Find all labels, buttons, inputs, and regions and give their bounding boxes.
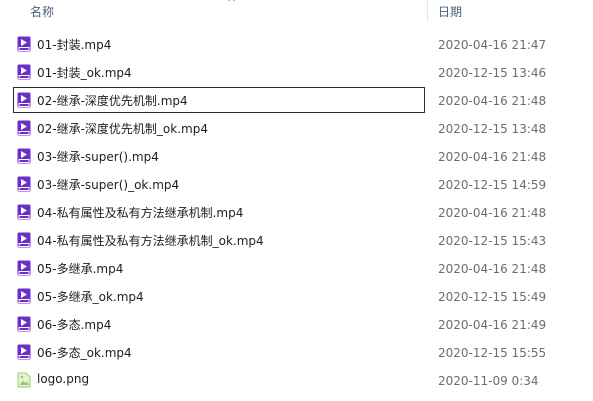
- column-header-name[interactable]: 名称: [30, 3, 54, 20]
- column-divider[interactable]: [427, 0, 428, 22]
- file-name[interactable]: 01-封装_ok.mp4: [37, 64, 132, 81]
- file-name-cell[interactable]: 01-封装_ok.mp4: [14, 60, 424, 84]
- mp4-file-icon: [17, 36, 31, 52]
- file-name-cell[interactable]: 05-多继承.mp4: [14, 256, 424, 280]
- file-row[interactable]: 06-多态.mp4 2020-04-16 21:49: [0, 310, 593, 338]
- file-row[interactable]: 03-继承-super()_ok.mp4 2020-12-15 14:59: [0, 170, 593, 198]
- file-date: 2020-12-15 13:48: [438, 122, 547, 136]
- file-date: 2020-12-15 13:46: [438, 66, 547, 80]
- file-name-cell[interactable]: 02-继承-深度优先机制_ok.mp4: [14, 116, 424, 140]
- file-row[interactable]: 04-私有属性及私有方法继承机制.mp4 2020-04-16 21:48: [0, 198, 593, 226]
- mp4-file-icon: [17, 120, 31, 136]
- mp4-file-icon: [17, 148, 31, 164]
- file-row[interactable]: 06-多态_ok.mp4 2020-12-15 15:55: [0, 338, 593, 366]
- file-row[interactable]: 02-继承-深度优先机制_ok.mp4 2020-12-15 13:48: [0, 114, 593, 142]
- file-date: 2020-12-15 14:59: [438, 178, 547, 192]
- file-date: 2020-04-16 21:48: [438, 150, 547, 164]
- mp4-file-icon: [17, 64, 31, 80]
- file-name-cell[interactable]: 01-封装.mp4: [14, 32, 424, 56]
- png-file-icon: [17, 372, 31, 388]
- file-row[interactable]: 01-封装.mp4 2020-04-16 21:47: [0, 30, 593, 58]
- column-header-bar: ^ 名称 日期: [0, 0, 593, 22]
- file-name[interactable]: 04-私有属性及私有方法继承机制.mp4: [37, 204, 243, 221]
- file-name-cell[interactable]: 03-继承-super()_ok.mp4: [14, 172, 424, 196]
- mp4-file-icon: [17, 232, 31, 248]
- file-name-cell[interactable]: 02-继承-深度优先机制.mp4: [13, 87, 425, 113]
- file-row[interactable]: 03-继承-super().mp4 2020-04-16 21:48: [0, 142, 593, 170]
- file-name[interactable]: 01-封装.mp4: [37, 36, 111, 53]
- sort-chevron-icon[interactable]: ^: [227, 0, 236, 9]
- file-row[interactable]: logo.png 2020-11-09 0:34: [0, 366, 593, 394]
- file-date: 2020-04-16 21:48: [438, 262, 547, 276]
- file-name-cell[interactable]: 06-多态_ok.mp4: [14, 340, 424, 364]
- mp4-file-icon: [17, 288, 31, 304]
- file-name[interactable]: 05-多继承_ok.mp4: [37, 288, 144, 305]
- mp4-file-icon: [17, 92, 31, 108]
- file-name[interactable]: 03-继承-super().mp4: [37, 148, 159, 165]
- column-header-date[interactable]: 日期: [438, 3, 462, 20]
- file-row[interactable]: 05-多继承_ok.mp4 2020-12-15 15:49: [0, 282, 593, 310]
- file-date: 2020-04-16 21:47: [438, 38, 547, 52]
- file-name-cell[interactable]: 04-私有属性及私有方法继承机制.mp4: [14, 200, 424, 224]
- file-name[interactable]: 03-继承-super()_ok.mp4: [37, 176, 179, 193]
- mp4-file-icon: [17, 344, 31, 360]
- file-name[interactable]: 02-继承-深度优先机制.mp4: [37, 92, 188, 109]
- file-date: 2020-04-16 21:48: [438, 94, 547, 108]
- file-date: 2020-04-16 21:49: [438, 318, 547, 332]
- mp4-file-icon: [17, 260, 31, 276]
- file-list: 01-封装.mp4 2020-04-16 21:47 01-封装_ok.mp4 202…: [0, 30, 593, 394]
- file-row[interactable]: 02-继承-深度优先机制.mp4 2020-04-16 21:48: [0, 86, 593, 114]
- file-name[interactable]: 05-多继承.mp4: [37, 260, 123, 277]
- file-name-cell[interactable]: 03-继承-super().mp4: [14, 144, 424, 168]
- file-date: 2020-11-09 0:34: [438, 374, 539, 388]
- file-name[interactable]: 06-多态_ok.mp4: [37, 344, 132, 361]
- file-row[interactable]: 05-多继承.mp4 2020-04-16 21:48: [0, 254, 593, 282]
- file-name-cell[interactable]: 05-多继承_ok.mp4: [14, 284, 424, 308]
- file-name[interactable]: 04-私有属性及私有方法继承机制_ok.mp4: [37, 232, 264, 249]
- file-date: 2020-12-15 15:55: [438, 346, 547, 360]
- file-name-cell[interactable]: 06-多态.mp4: [14, 312, 424, 336]
- file-name[interactable]: logo.png: [37, 372, 89, 386]
- mp4-file-icon: [17, 316, 31, 332]
- file-row[interactable]: 01-封装_ok.mp4 2020-12-15 13:46: [0, 58, 593, 86]
- file-name-cell[interactable]: 04-私有属性及私有方法继承机制_ok.mp4: [14, 228, 424, 252]
- file-date: 2020-12-15 15:43: [438, 234, 547, 248]
- mp4-file-icon: [17, 204, 31, 220]
- file-name[interactable]: 06-多态.mp4: [37, 316, 111, 333]
- file-date: 2020-04-16 21:48: [438, 206, 547, 220]
- file-row[interactable]: 04-私有属性及私有方法继承机制_ok.mp4 2020-12-15 15:43: [0, 226, 593, 254]
- file-date: 2020-12-15 15:49: [438, 290, 547, 304]
- file-name[interactable]: 02-继承-深度优先机制_ok.mp4: [37, 120, 208, 137]
- mp4-file-icon: [17, 176, 31, 192]
- file-name-cell[interactable]: logo.png: [14, 368, 424, 392]
